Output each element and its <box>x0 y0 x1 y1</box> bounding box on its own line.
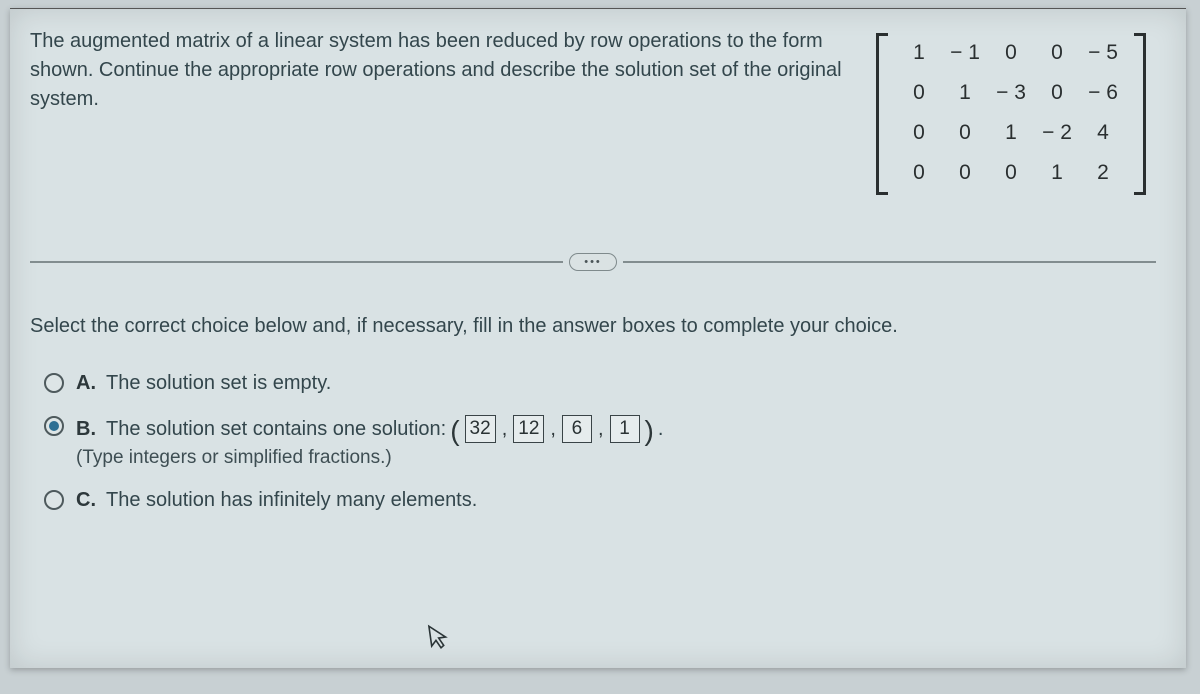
choice-c[interactable]: C. The solution has infinitely many elem… <box>44 489 1156 512</box>
choice-text: The solution set contains one solution: <box>106 418 446 441</box>
radio-c[interactable] <box>44 490 64 510</box>
comma: , <box>550 418 556 441</box>
radio-b[interactable] <box>44 416 64 436</box>
top-area: The augmented matrix of a linear system … <box>30 27 1156 199</box>
matrix-cell: 0 <box>1005 41 1017 65</box>
choice-letter: C. <box>76 489 96 512</box>
matrix-cell: 2 <box>1097 161 1109 185</box>
cursor-icon <box>426 622 453 660</box>
instruction-text: Select the correct choice below and, if … <box>30 315 1156 338</box>
matrix-cell: − 1 <box>950 41 980 65</box>
paren-open: ( <box>450 421 459 441</box>
choice-letter: A. <box>76 372 96 395</box>
matrix-cell: 4 <box>1097 121 1109 145</box>
matrix-cell: − 3 <box>996 81 1026 105</box>
more-dots-button[interactable]: ••• <box>569 253 617 271</box>
answer-box-1[interactable]: 32 <box>465 415 496 443</box>
paren-close: ) <box>645 421 654 441</box>
choice-letter: B. <box>76 418 96 441</box>
matrix-cell: 0 <box>913 161 925 185</box>
answer-box-3[interactable]: 6 <box>562 415 592 443</box>
matrix-cell: − 6 <box>1088 81 1118 105</box>
augmented-matrix: 1 − 1 0 0 − 5 0 1 − 3 0 − 6 0 0 1 − 2 4 … <box>876 27 1146 199</box>
divider: ••• <box>30 249 1156 275</box>
matrix-cell: 0 <box>959 161 971 185</box>
answer-box-2[interactable]: 12 <box>513 415 544 443</box>
matrix-cell: 0 <box>1051 81 1063 105</box>
choice-a[interactable]: A. The solution set is empty. <box>44 372 1156 395</box>
matrix-cell: − 5 <box>1088 41 1118 65</box>
period: . <box>658 418 664 441</box>
comma: , <box>598 418 604 441</box>
radio-a[interactable] <box>44 373 64 393</box>
matrix-cell: 1 <box>1051 161 1063 185</box>
question-card: The augmented matrix of a linear system … <box>10 8 1186 668</box>
matrix-cell: 1 <box>913 41 925 65</box>
choice-b[interactable]: B. The solution set contains one solutio… <box>44 415 1156 469</box>
matrix-cell: 0 <box>913 121 925 145</box>
matrix-grid: 1 − 1 0 0 − 5 0 1 − 3 0 − 6 0 0 1 − 2 4 … <box>890 31 1132 195</box>
matrix-cell: 0 <box>913 81 925 105</box>
choice-text: The solution has infinitely many element… <box>106 489 477 512</box>
question-text: The augmented matrix of a linear system … <box>30 27 856 114</box>
answer-box-4[interactable]: 1 <box>610 415 640 443</box>
matrix-cell: − 2 <box>1042 121 1072 145</box>
comma: , <box>502 418 508 441</box>
choice-list: A. The solution set is empty. B. The sol… <box>30 372 1156 512</box>
matrix-cell: 0 <box>1051 41 1063 65</box>
matrix-cell: 0 <box>959 121 971 145</box>
matrix-cell: 1 <box>959 81 971 105</box>
matrix-cell: 0 <box>1005 161 1017 185</box>
bracket-right <box>1132 31 1146 195</box>
matrix-cell: 1 <box>1005 121 1017 145</box>
choice-text: The solution set is empty. <box>106 372 331 395</box>
choice-hint: (Type integers or simplified fractions.) <box>76 447 663 469</box>
bracket-left <box>876 31 890 195</box>
